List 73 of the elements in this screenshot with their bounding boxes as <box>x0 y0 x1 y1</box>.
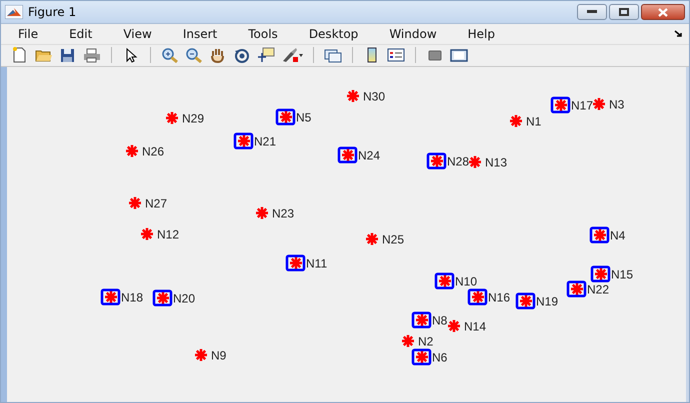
data-cursor-icon[interactable] <box>257 47 275 64</box>
node-label: N26 <box>142 144 164 159</box>
close-button[interactable] <box>641 4 685 20</box>
menu-item[interactable]: Help <box>458 26 504 41</box>
star-marker <box>518 294 534 308</box>
node-label: N16 <box>488 290 510 305</box>
node-label: N25 <box>382 232 404 247</box>
window-title: Figure 1 <box>28 5 78 20</box>
brush-icon[interactable] <box>281 47 303 64</box>
node-label: N2 <box>418 334 434 349</box>
node-label: N24 <box>358 148 380 163</box>
star-marker <box>236 134 252 148</box>
node-label: N30 <box>363 90 386 104</box>
star-marker <box>414 350 430 364</box>
star-marker <box>414 312 430 328</box>
star-marker <box>438 274 452 288</box>
star-marker <box>592 228 608 242</box>
node-label: N19 <box>536 294 558 309</box>
restore-button[interactable] <box>609 4 639 20</box>
menu-item[interactable]: Tools <box>239 26 287 41</box>
menu-item[interactable]: Desktop <box>300 26 368 41</box>
node-label: N1 <box>526 114 542 129</box>
node-label: N11 <box>306 256 328 271</box>
node-label: N3 <box>609 98 624 112</box>
node-label: N27 <box>145 196 168 211</box>
node-label: N6 <box>432 350 448 365</box>
star-marker <box>340 148 356 162</box>
star-marker <box>594 266 608 282</box>
minimize-icon <box>587 10 597 14</box>
star-marker <box>430 154 444 168</box>
matlab-logo-icon <box>5 5 23 20</box>
star-marker <box>156 290 170 306</box>
node-label: N23 <box>272 206 294 221</box>
legend-icon[interactable] <box>387 47 405 64</box>
node-label: N21 <box>254 134 276 149</box>
printer-icon[interactable] <box>83 47 101 64</box>
node-label: N17 <box>571 98 594 113</box>
star-marker <box>278 110 294 124</box>
star-marker <box>554 98 568 112</box>
star-marker <box>570 282 584 296</box>
close-icon <box>658 8 668 17</box>
rotate-icon[interactable] <box>233 47 251 64</box>
minimize-button[interactable] <box>577 4 607 20</box>
node-label: N13 <box>485 156 508 170</box>
restore-icon <box>619 8 629 16</box>
menu-item[interactable]: Insert <box>174 26 226 41</box>
node-label: N10 <box>455 274 478 289</box>
node-label: N12 <box>157 228 180 242</box>
node-label: N4 <box>610 228 626 243</box>
node-label: N18 <box>121 290 144 305</box>
menu-item[interactable]: Window <box>380 26 446 41</box>
show-plot-tools-icon[interactable] <box>450 47 468 64</box>
node-label: N5 <box>296 110 312 125</box>
star-marker <box>288 256 304 270</box>
node-label: N22 <box>587 282 610 297</box>
hand-icon[interactable] <box>209 47 227 64</box>
dock-arrow-icon[interactable] <box>674 30 683 38</box>
node-label: N20 <box>173 292 196 306</box>
node-label: N28 <box>447 154 470 169</box>
menu-item[interactable]: File <box>9 26 48 41</box>
link-plot-icon[interactable] <box>324 47 342 64</box>
node-label: N9 <box>211 348 226 363</box>
star-marker <box>104 290 118 304</box>
node-label: N8 <box>432 314 448 328</box>
zoom-in-icon[interactable] <box>161 47 179 64</box>
menu-item[interactable]: Edit <box>60 26 102 41</box>
node-label: N14 <box>464 320 486 334</box>
star-marker <box>470 290 486 304</box>
node-label: N29 <box>182 112 204 126</box>
save-icon[interactable] <box>59 47 77 64</box>
zoom-out-icon[interactable] <box>185 47 203 64</box>
menu-item[interactable]: View <box>114 26 161 41</box>
node-label: N15 <box>611 268 634 282</box>
